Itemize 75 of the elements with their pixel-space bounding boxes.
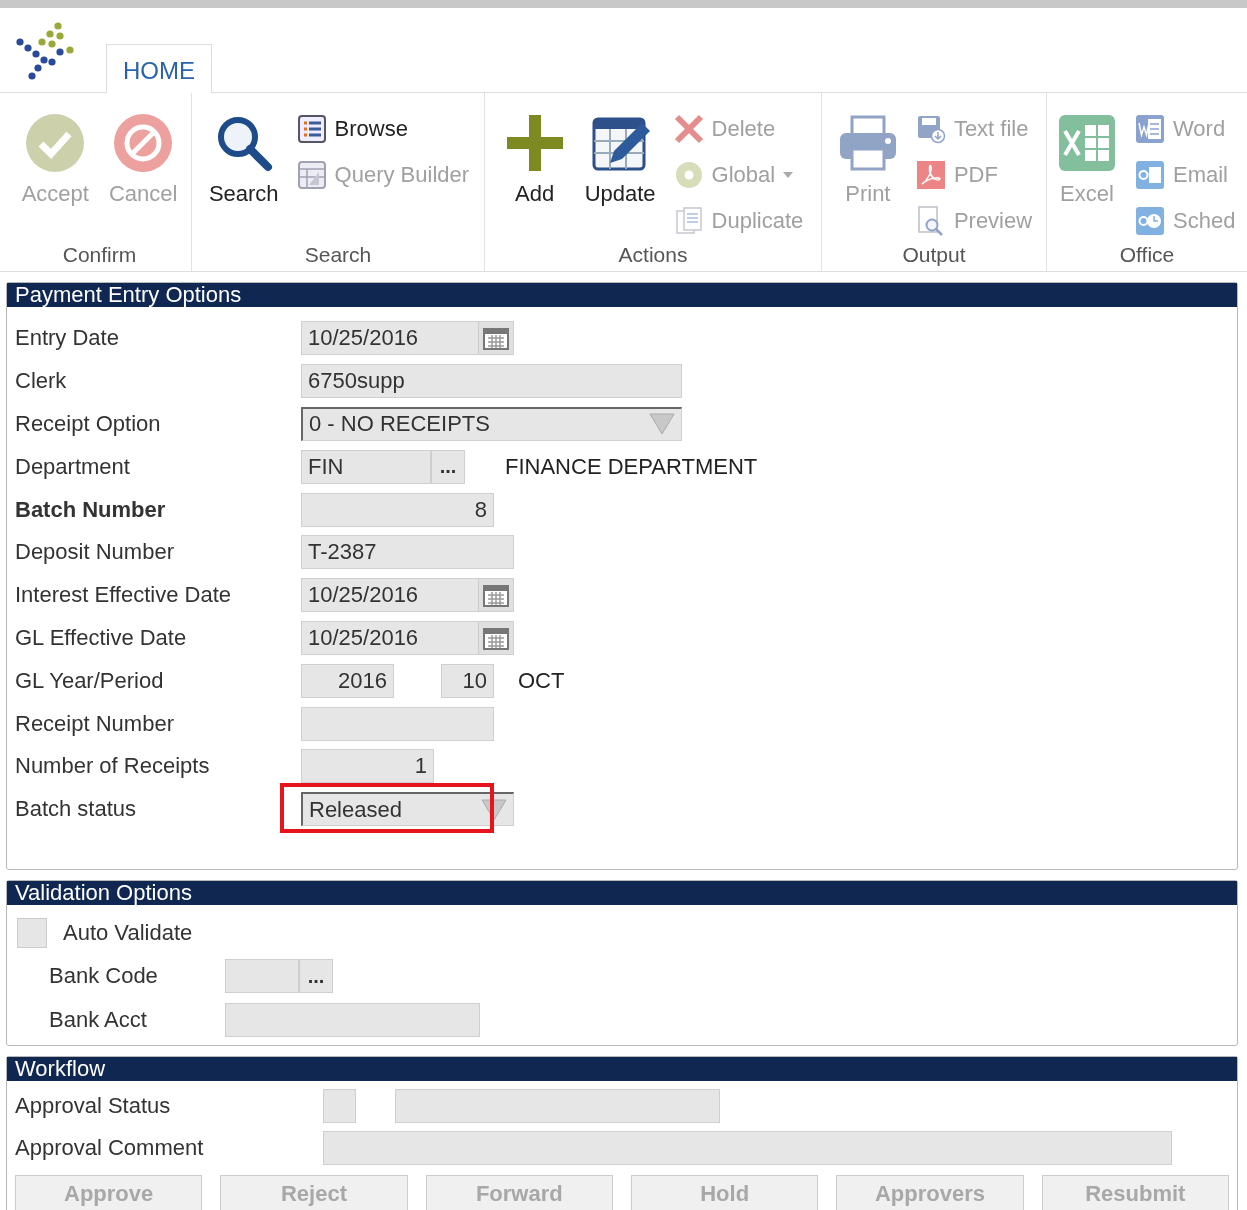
date-field[interactable]: 10/25/2016 — [301, 620, 514, 655]
text-field[interactable] — [225, 1003, 480, 1037]
field-label: Deposit Number — [15, 539, 175, 566]
field-label: Number of Receipts — [15, 753, 211, 780]
field-label: GL Year/Period — [15, 667, 165, 694]
text-field[interactable]: 6750supp — [301, 364, 682, 399]
number-field[interactable]: 8 — [301, 492, 494, 527]
calendar-icon[interactable] — [483, 625, 509, 650]
year-field[interactable]: 2016 — [301, 663, 394, 698]
field-label: Bank Code — [48, 963, 159, 989]
month-label: OCT — [518, 667, 565, 694]
date-field[interactable]: 10/25/2016 — [301, 578, 514, 613]
plus-icon — [504, 113, 565, 173]
field-label: Clerk — [15, 368, 68, 395]
dropdown-arrow-icon[interactable] — [481, 797, 507, 822]
calendar-icon[interactable] — [483, 326, 509, 351]
save-file-icon — [915, 114, 946, 144]
group-label: Confirm — [62, 243, 137, 268]
text-field[interactable] — [323, 1089, 356, 1123]
calendar-icon[interactable] — [483, 583, 509, 608]
field-label: Entry Date — [15, 325, 120, 352]
disc-icon — [673, 160, 704, 190]
field-label: Bank Acct — [48, 1007, 148, 1033]
text-field[interactable]: FIN — [301, 449, 431, 484]
ribbon-item[interactable]: Browse — [296, 111, 470, 147]
section-header: Payment Entry Options — [7, 283, 1237, 307]
section-header: Validation Options — [7, 881, 1237, 905]
section-header: Workflow — [7, 1057, 1237, 1081]
no-entry-icon — [113, 113, 174, 173]
printer-icon — [837, 113, 898, 173]
calendar-clock-icon — [1135, 206, 1165, 236]
grid-icon — [296, 160, 327, 190]
lookup-button[interactable]: ... — [299, 959, 333, 993]
spreadsheet-icon — [1057, 113, 1117, 173]
field-label: Batch Number — [15, 496, 167, 523]
group-label: Office — [1119, 243, 1175, 268]
ribbon-tab[interactable]: HOME — [106, 44, 212, 93]
field-label: GL Effective Date — [15, 624, 188, 651]
text-field[interactable]: T-2387 — [301, 535, 514, 570]
list-icon — [296, 114, 327, 144]
field-label: Department — [15, 453, 131, 480]
field-label: Receipt Option — [15, 411, 162, 437]
date-field[interactable]: 10/25/2016 — [301, 321, 514, 356]
text-field[interactable] — [395, 1089, 720, 1123]
dropdown-field[interactable]: Released — [301, 792, 514, 827]
group-label: Output — [902, 243, 966, 268]
field-label: Batch status — [15, 796, 138, 823]
field-label: Approval Status — [15, 1093, 172, 1119]
mail-icon — [1135, 160, 1165, 190]
logo-icon — [16, 22, 76, 80]
document-icon — [1135, 114, 1165, 144]
caret-icon — [783, 171, 794, 179]
field-label: Receipt Number — [15, 710, 175, 737]
lookup-button[interactable]: ... — [431, 449, 465, 484]
number-field[interactable]: 1 — [301, 749, 434, 784]
text-field[interactable] — [323, 1131, 1172, 1165]
period-field[interactable]: 10 — [441, 663, 494, 698]
field-label: Interest Effective Date — [15, 582, 233, 609]
text-field[interactable] — [225, 959, 299, 993]
documents-icon — [673, 206, 704, 236]
check-icon — [25, 113, 86, 173]
ribbon-button[interactable]: Add — [502, 103, 567, 207]
field-label: Approval Comment — [15, 1135, 205, 1161]
dropdown-arrow-icon[interactable] — [649, 412, 675, 437]
cross-icon — [673, 114, 704, 144]
checkbox[interactable] — [17, 918, 47, 948]
group-label: Search — [304, 243, 372, 268]
group-label: Actions — [618, 243, 688, 268]
ribbon-button[interactable]: Update — [582, 103, 658, 207]
dropdown-field[interactable]: 0 - NO RECEIPTS — [301, 407, 682, 441]
department-name: FINANCE DEPARTMENT — [505, 453, 758, 480]
pdf-icon — [915, 160, 946, 190]
text-field[interactable] — [301, 706, 494, 741]
checkbox-label: Auto Validate — [63, 920, 193, 946]
ribbon-button[interactable]: Search — [206, 103, 281, 207]
